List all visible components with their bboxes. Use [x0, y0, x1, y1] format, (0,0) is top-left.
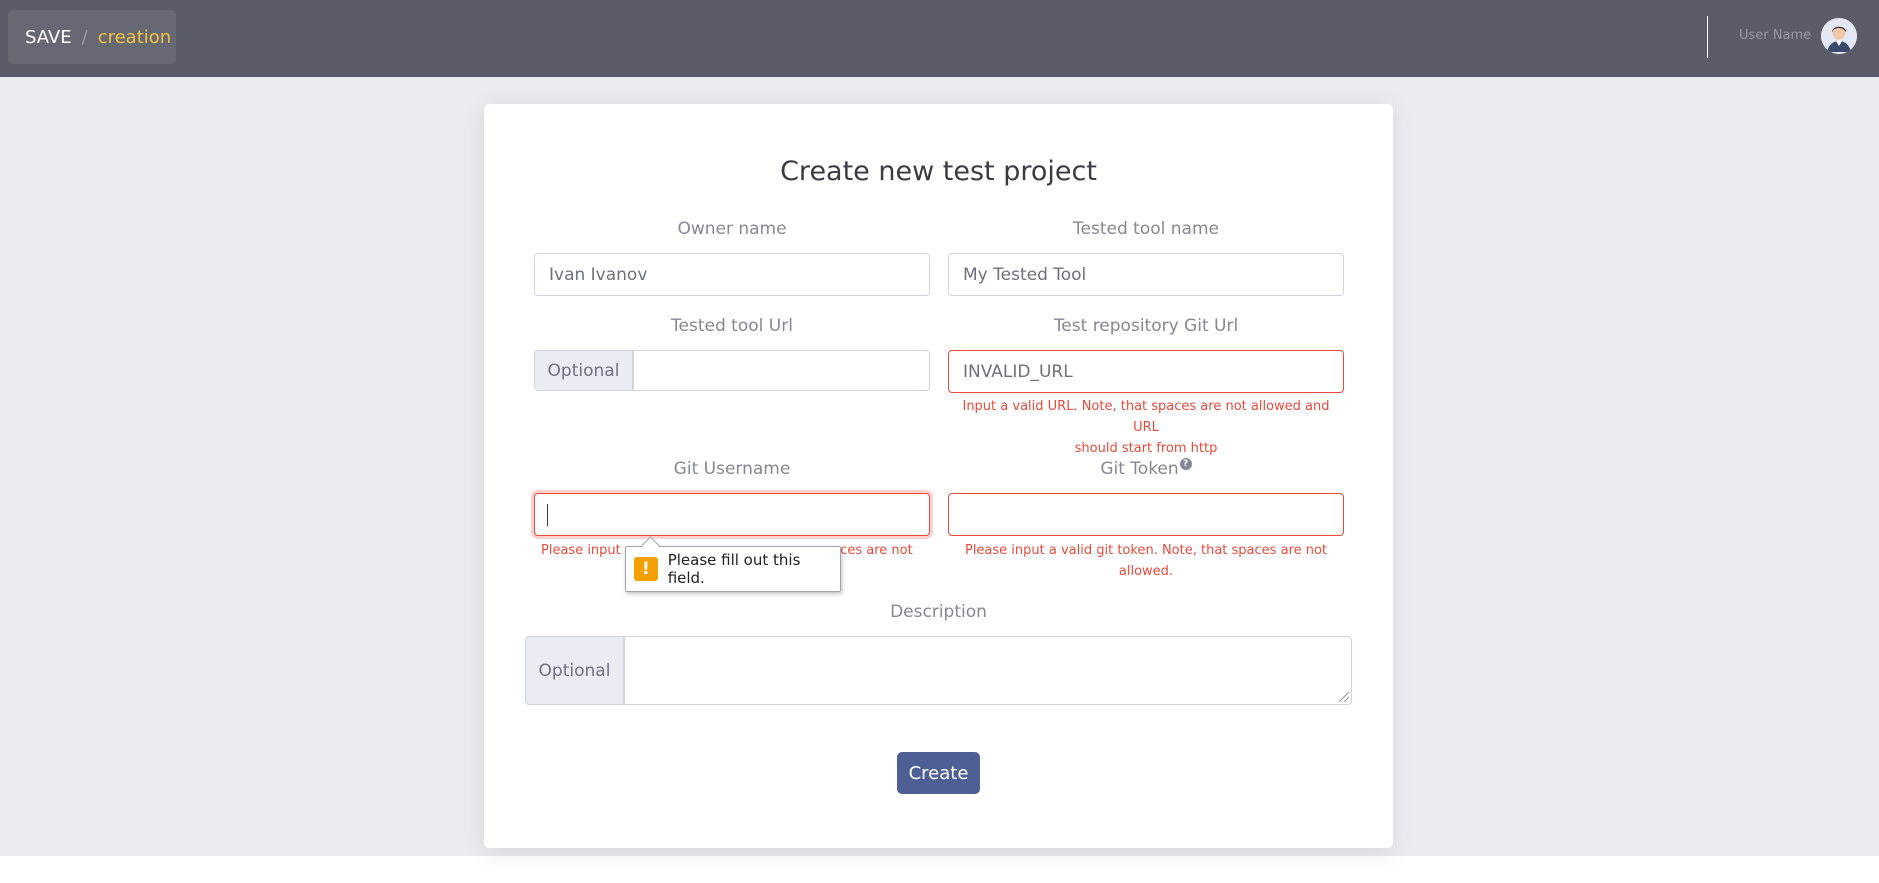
top-navbar: SAVE / creation User Name [0, 0, 1879, 77]
resize-handle-icon[interactable] [1339, 692, 1349, 702]
tested-tool-name-label: Tested tool name [1073, 219, 1219, 239]
git-token-label: Git Token? [948, 458, 1344, 479]
tooltip-arrow [641, 536, 660, 555]
owner-name-input[interactable]: Ivan Ivanov [534, 253, 930, 296]
git-username-error-left: Please input [541, 543, 621, 558]
breadcrumb-separator: / [81, 26, 88, 48]
user-name[interactable]: User Name [1739, 28, 1811, 43]
git-username-input[interactable] [534, 493, 930, 536]
git-token-error-line2: allowed. [1118, 564, 1174, 579]
git-token-error: Please input a valid git token. Note, th… [948, 540, 1344, 582]
git-token-error-line1: Please input a valid git token. Note, th… [964, 543, 1328, 558]
text-caret [547, 503, 548, 526]
create-button[interactable]: Create [897, 752, 980, 794]
breadcrumb-current: creation [97, 26, 172, 48]
validation-tooltip: ! Please fill out this field. [625, 536, 841, 592]
description-label: Description [890, 602, 987, 622]
tested-tool-url-optional-addon: Optional [534, 350, 633, 391]
page-footer-strip [0, 856, 1879, 883]
git-token-input[interactable] [948, 493, 1344, 536]
navbar-divider [1707, 16, 1708, 58]
page-title: Create new test project [780, 156, 1097, 187]
tested-tool-name-input[interactable]: My Tested Tool [948, 253, 1344, 296]
git-username-label: Git Username [673, 459, 791, 479]
create-project-card: Create new test project Owner name Ivan … [484, 104, 1393, 848]
tooltip-message: Please fill out this field. [667, 551, 801, 587]
warning-icon: ! [634, 557, 658, 581]
breadcrumb-root-link[interactable]: SAVE [25, 27, 72, 48]
help-icon[interactable]: ? [1179, 458, 1192, 470]
git-url-error-line1: Input a valid URL. Note, that spaces are… [962, 399, 1330, 435]
user-avatar-icon[interactable] [1821, 18, 1857, 54]
tested-tool-url-label: Tested tool Url [671, 316, 793, 336]
description-textarea[interactable] [624, 636, 1352, 705]
git-url-error-line2: should start from http [1074, 441, 1218, 456]
description-optional-addon: Optional [525, 636, 624, 705]
git-url-error: Input a valid URL. Note, that spaces are… [948, 396, 1344, 459]
git-url-label: Test repository Git Url [1053, 316, 1239, 336]
breadcrumb: SAVE / creation [8, 10, 176, 64]
git-token-label-text: Git Token [1100, 459, 1179, 479]
tested-tool-url-input[interactable] [633, 350, 930, 391]
owner-name-label: Owner name [677, 219, 787, 239]
git-url-input[interactable]: INVALID_URL [948, 350, 1344, 393]
